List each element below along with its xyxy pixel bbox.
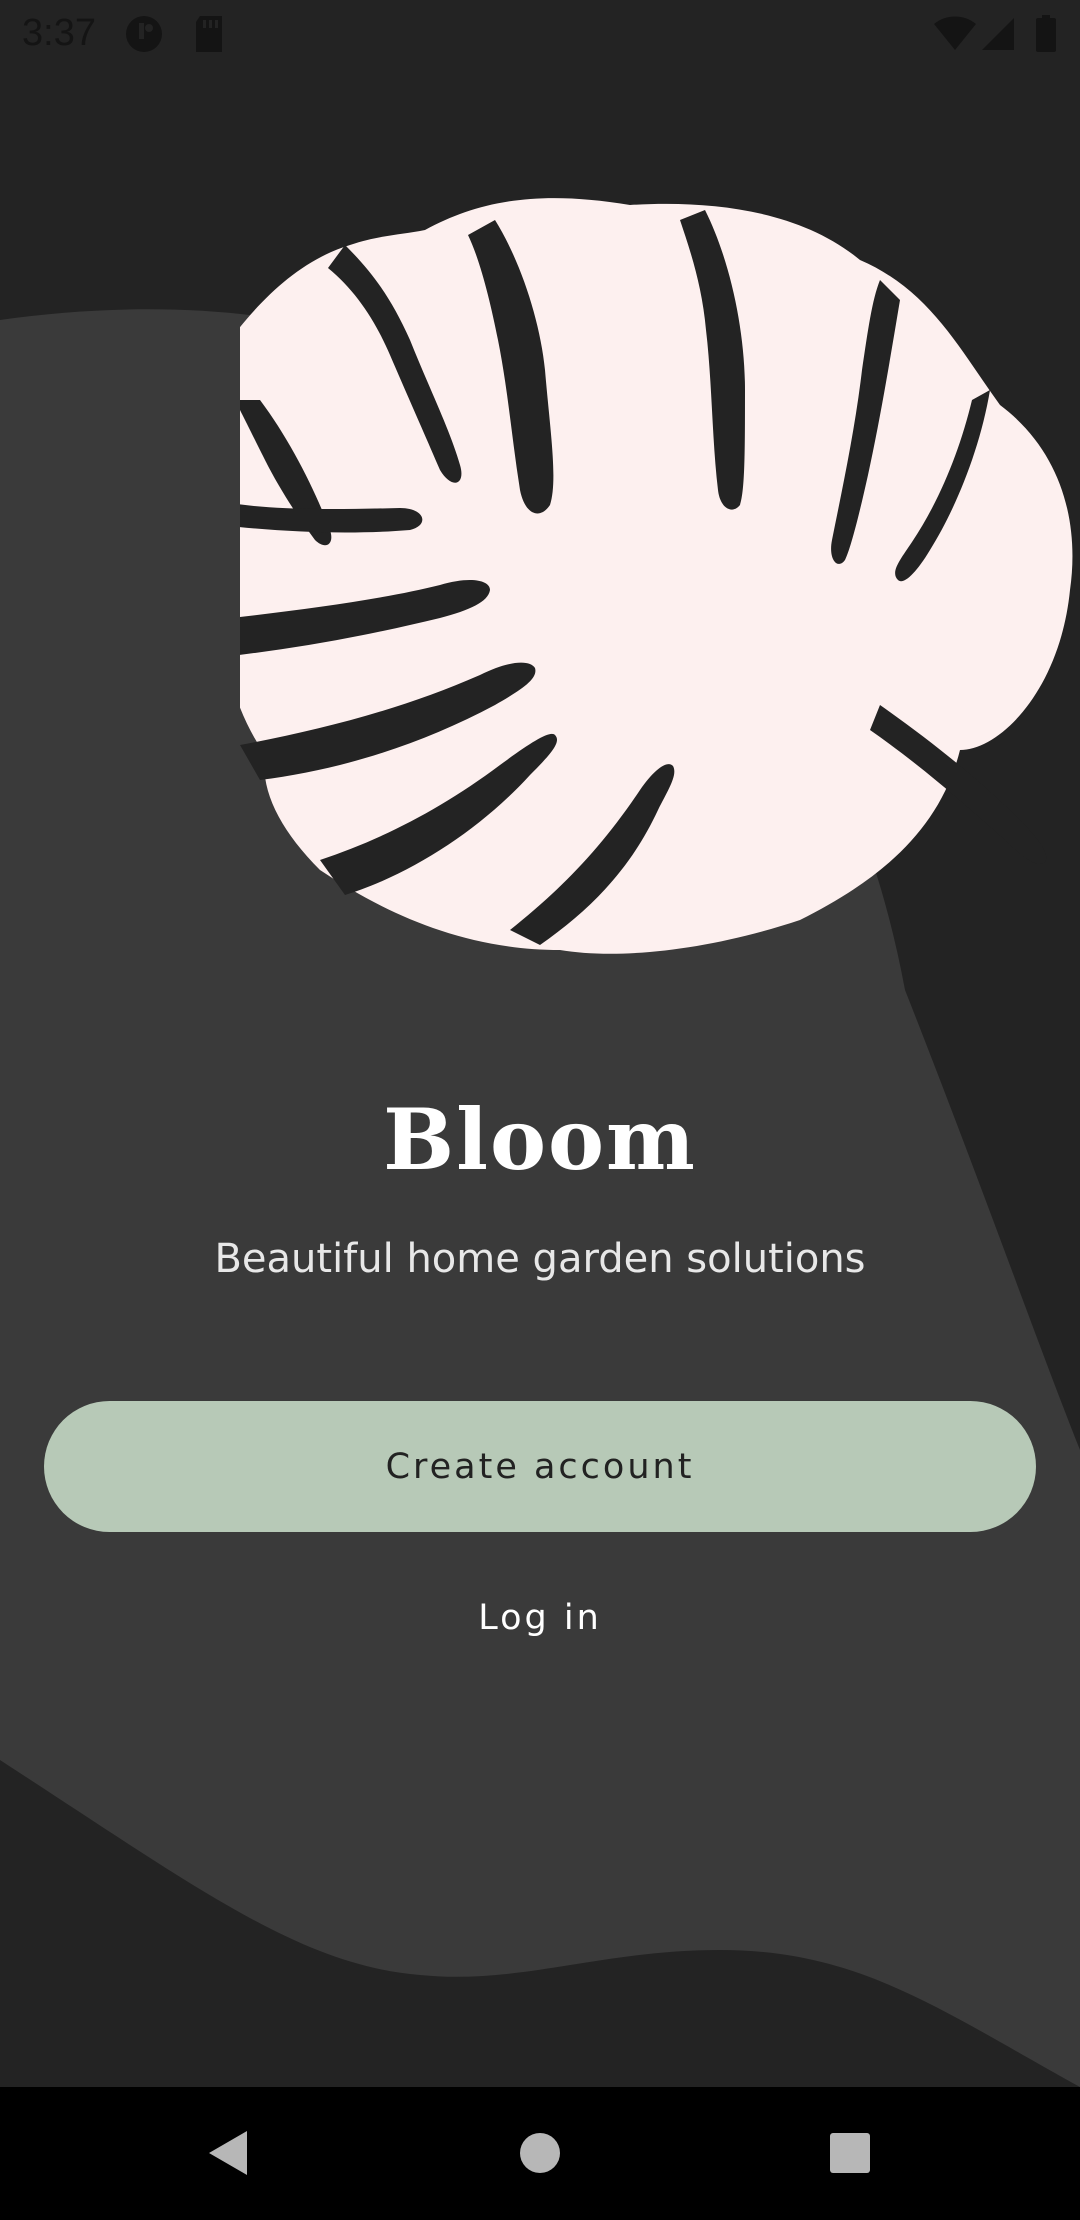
signal-icon	[980, 14, 1016, 58]
status-time: 3:37	[22, 12, 96, 54]
home-icon	[520, 2133, 560, 2173]
welcome-screen: 3:37 Bloom Beautiful home garden solutio…	[0, 0, 1080, 2220]
back-icon	[209, 2131, 247, 2175]
navigation-bar	[0, 2087, 1080, 2220]
app-subtitle: Beautiful home garden solutions	[214, 1236, 866, 1282]
create-account-button[interactable]: Create account	[44, 1401, 1036, 1532]
monstera-leaf-icon	[240, 198, 1073, 954]
app-title: Bloom	[383, 1090, 697, 1189]
home-button[interactable]	[500, 2113, 580, 2193]
battery-icon	[1034, 14, 1058, 58]
back-button[interactable]	[188, 2113, 268, 2193]
recents-button[interactable]	[810, 2113, 890, 2193]
recents-icon	[830, 2133, 870, 2173]
wifi-icon	[932, 14, 978, 58]
notification-app-icon	[124, 14, 164, 58]
login-button[interactable]: Log in	[390, 1580, 690, 1656]
status-bar: 3:37	[0, 0, 1080, 66]
sd-card-icon	[192, 14, 226, 58]
